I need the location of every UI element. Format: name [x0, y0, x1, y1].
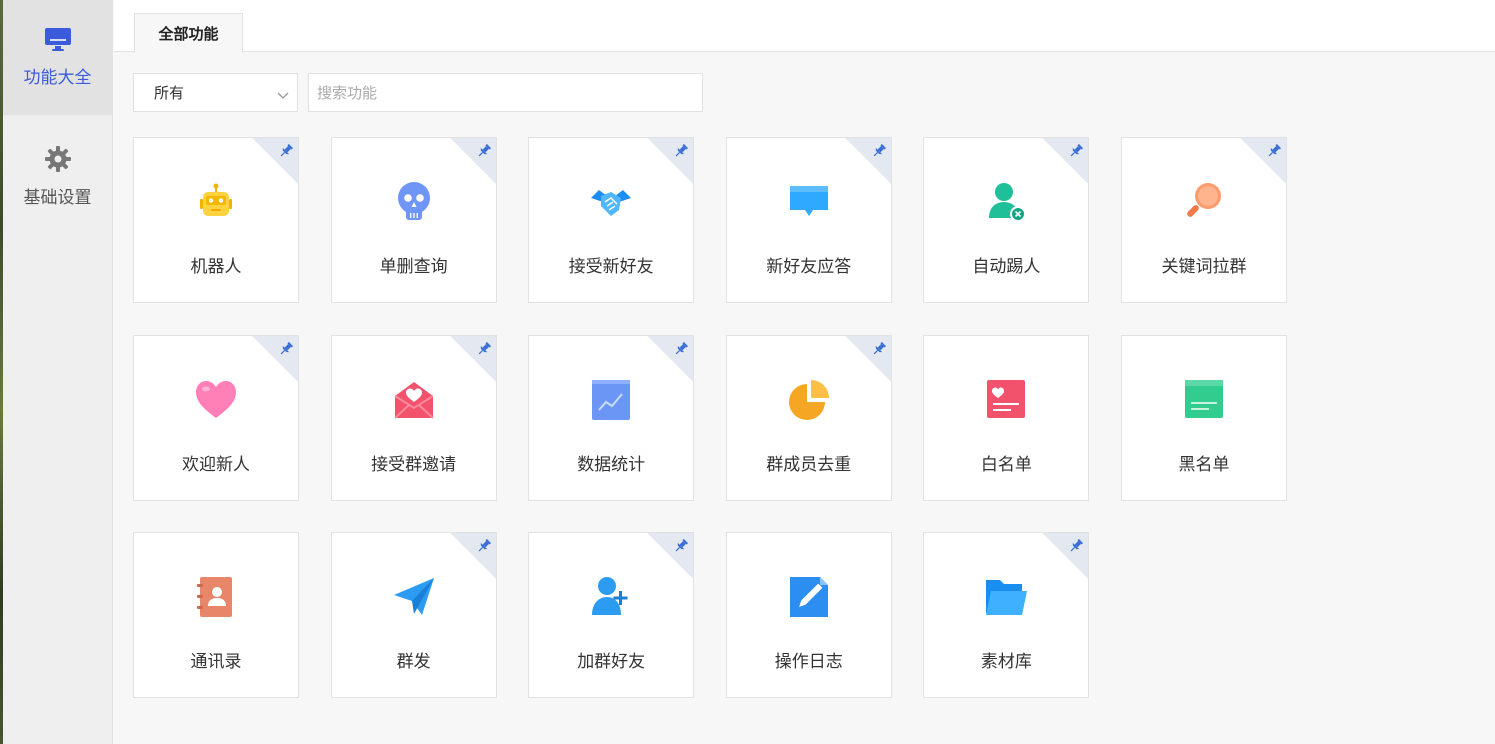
pin-icon[interactable]	[673, 341, 689, 361]
main-panel: 全部功能 所有 机器人	[114, 0, 1495, 744]
pie-chart-icon	[787, 378, 831, 422]
feature-card-label: 关键词拉群	[1161, 257, 1247, 277]
feature-card-data-statistics[interactable]: 数据统计	[528, 334, 695, 501]
feature-card-label: 接受新好友	[568, 257, 654, 277]
feature-card-keyword-invite[interactable]: 关键词拉群	[1120, 137, 1287, 303]
feature-card-label: 群发	[396, 652, 431, 673]
feature-card-welcome-newcomer[interactable]: 欢迎新人	[133, 334, 299, 501]
heart-icon	[194, 378, 238, 422]
feature-card-whitelist[interactable]: 白名单	[923, 334, 1090, 501]
chevron-down-icon	[277, 87, 289, 105]
feature-card-material-library[interactable]: 素材库	[923, 532, 1090, 699]
sidebar-item-label: 功能大全	[23, 68, 92, 88]
feature-card-new-friend-reply[interactable]: 新好友应答	[725, 137, 892, 303]
pin-icon[interactable]	[1068, 538, 1084, 558]
pin-icon[interactable]	[278, 341, 294, 361]
robot-icon	[194, 180, 238, 224]
feature-card-label: 加群好友	[577, 652, 646, 673]
pin-icon[interactable]	[278, 143, 294, 163]
paper-plane-icon	[392, 575, 436, 619]
pin-icon[interactable]	[1068, 143, 1084, 163]
feature-card-blacklist[interactable]: 黑名单	[1120, 334, 1287, 501]
feature-card-single-delete-check[interactable]: 单删查询	[330, 137, 497, 303]
feature-card-label: 黑名单	[1178, 454, 1230, 475]
contacts-book-icon	[194, 575, 238, 619]
sidebar-item-settings[interactable]: 基础设置	[3, 115, 112, 237]
feature-card-accept-group-invite[interactable]: 接受群邀请	[330, 334, 497, 501]
monitor-icon	[44, 27, 72, 57]
sidebar-item-label: 基础设置	[23, 187, 92, 208]
feature-card-mass-send[interactable]: 群发	[330, 532, 497, 699]
feature-card-label: 群成员去重	[766, 454, 852, 475]
handshake-icon	[589, 180, 633, 224]
feature-card-add-group-friends[interactable]: 加群好友	[528, 532, 695, 699]
feature-card-label: 素材库	[980, 652, 1032, 673]
feature-card-label: 通讯录	[190, 652, 242, 673]
pin-icon[interactable]	[871, 143, 887, 163]
folder-icon	[984, 575, 1028, 619]
pin-icon[interactable]	[871, 341, 887, 361]
whitelist-icon	[984, 378, 1028, 422]
blacklist-icon	[1182, 378, 1226, 422]
magnifier-icon	[1182, 180, 1226, 224]
category-select-value: 所有	[154, 84, 185, 102]
pin-icon[interactable]	[673, 538, 689, 558]
user-add-icon	[589, 575, 633, 619]
feature-card-auto-kick[interactable]: 自动踢人	[923, 137, 1090, 303]
pin-icon[interactable]	[476, 538, 492, 558]
feature-card-robot[interactable]: 机器人	[133, 137, 299, 303]
feature-card-label: 欢迎新人	[182, 454, 250, 475]
tab-all-features[interactable]: 全部功能	[134, 13, 243, 53]
pin-icon[interactable]	[476, 341, 492, 361]
feature-card-group-dedupe[interactable]: 群成员去重	[725, 334, 892, 501]
user-remove-icon	[984, 180, 1028, 224]
feature-grid: 机器人 单删查询 接受新好友 新好友应答 自动踢人 关键词拉群 欢迎新人 接受群…	[133, 137, 1287, 699]
feature-card-label: 数据统计	[577, 454, 646, 475]
feature-card-label: 操作日志	[774, 652, 843, 673]
feature-card-label: 新好友应答	[766, 257, 852, 277]
sidebar-item-features[interactable]: 功能大全	[3, 0, 112, 115]
feature-card-operation-log[interactable]: 操作日志	[725, 532, 892, 699]
feature-card-label: 白名单	[980, 454, 1032, 475]
feature-card-label: 单删查询	[379, 257, 448, 277]
feature-card-label: 接受群邀请	[371, 454, 457, 475]
edit-doc-icon	[787, 575, 831, 619]
tab-bar: 全部功能	[114, 0, 1495, 53]
feature-card-label: 自动踢人	[972, 257, 1041, 277]
pin-icon[interactable]	[476, 143, 492, 163]
sidebar: 功能大全 基础设置	[3, 0, 113, 744]
pin-icon[interactable]	[1266, 143, 1282, 163]
pin-icon[interactable]	[673, 143, 689, 163]
feature-card-label: 机器人	[190, 257, 242, 277]
gear-icon	[44, 145, 72, 177]
category-select[interactable]: 所有	[133, 73, 298, 112]
envelope-heart-icon	[392, 378, 436, 422]
feature-card-contacts[interactable]: 通讯录	[133, 532, 299, 699]
skull-icon	[392, 180, 436, 224]
feature-card-accept-new-friend[interactable]: 接受新好友	[528, 137, 695, 303]
line-chart-icon	[589, 378, 633, 422]
chat-bubble-icon	[787, 180, 831, 224]
search-input[interactable]	[308, 73, 703, 112]
